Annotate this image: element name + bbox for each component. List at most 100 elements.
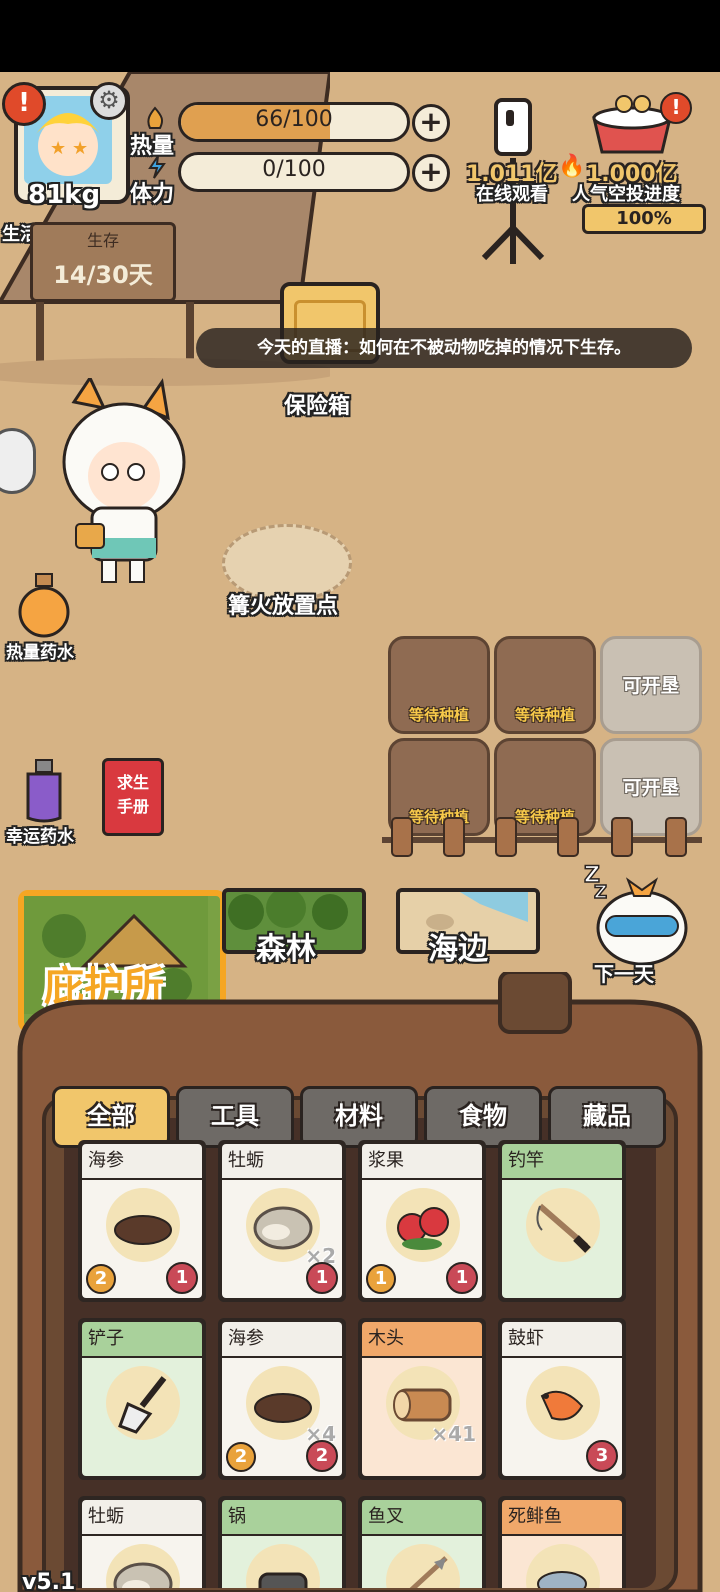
fishing-rod-icon xyxy=(526,1188,600,1262)
item-body xyxy=(362,1536,482,1588)
item-body: 3 xyxy=(502,1358,622,1476)
farm-plot-label: 等待种植 xyxy=(408,706,469,724)
inventory-item[interactable]: 死鲱鱼 xyxy=(498,1496,626,1588)
stamina-value: 0/100 xyxy=(262,157,326,182)
inventory-item[interactable]: 鱼叉 xyxy=(358,1496,486,1588)
inventory-item[interactable]: 木头 ×41 xyxy=(358,1318,486,1480)
item-body: ×41 xyxy=(362,1358,482,1476)
online-viewers-label: 在线观看 xyxy=(476,184,548,205)
inventory-item[interactable]: 海参 2 1 xyxy=(78,1140,206,1302)
item-level-badge: 1 xyxy=(366,1264,396,1294)
item-name: 木头 xyxy=(362,1322,482,1356)
item-body: 21 xyxy=(82,1180,202,1298)
farm-plot-label: 可开垦 xyxy=(622,675,680,697)
player-character[interactable] xyxy=(44,374,194,588)
survival-manual-button[interactable]: 求生 手册 xyxy=(102,758,164,836)
inventory-item[interactable]: 牡蛎 ×2 1 xyxy=(218,1140,346,1302)
popularity-label: 人气空投进度 xyxy=(572,184,680,205)
tab-all-label: 全部 xyxy=(87,1102,135,1130)
item-name: 海参 xyxy=(82,1144,202,1178)
inventory-item[interactable]: 钓竿 xyxy=(498,1140,626,1302)
item-body xyxy=(82,1536,202,1588)
inventory-item[interactable]: 海参 ×4 2 2 xyxy=(218,1318,346,1480)
beach-label: 海边 xyxy=(428,932,488,967)
inventory-item[interactable]: 鼓虾 3 xyxy=(498,1318,626,1480)
game-scene: ★ ★ ! ⚙ 81kg 热量 66/100 + 体力 0/100 + 生活态度… xyxy=(0,72,720,1592)
alert-icon[interactable]: ! xyxy=(2,82,46,126)
campfire-label: 篝火放置点 xyxy=(228,594,339,619)
broadcast-banner: 今天的直播：如何在不被动物吃掉的情况下生存。 xyxy=(196,328,692,368)
inventory-item[interactable]: 浆果 1 1 xyxy=(358,1140,486,1302)
item-name: 死鲱鱼 xyxy=(502,1500,622,1534)
stamina-label: 体力 xyxy=(130,182,175,207)
heat-bar: 66/100 xyxy=(178,102,410,142)
item-quantity: ×41 xyxy=(431,1422,476,1446)
item-rarity-badge: 1 xyxy=(306,1262,338,1294)
item-name: 锅 xyxy=(222,1500,342,1534)
item-name: 海参 xyxy=(222,1322,342,1356)
harpoon-icon xyxy=(386,1544,460,1588)
item-rarity-badge: 1 xyxy=(166,1262,198,1294)
item-body xyxy=(502,1536,622,1588)
next-day-button[interactable]: ZZ xyxy=(580,856,690,966)
item-name: 浆果 xyxy=(362,1144,482,1178)
heat-potion-label: 热量药水 xyxy=(6,643,74,663)
farm-plot[interactable]: 等待种植 xyxy=(494,636,596,734)
item-name: 鼓虾 xyxy=(502,1322,622,1356)
oyster-icon xyxy=(106,1544,180,1588)
sea-cucumber-icon xyxy=(106,1188,180,1262)
add-heat-button[interactable]: + xyxy=(412,104,450,142)
chat-bubble-icon[interactable] xyxy=(0,428,36,494)
tab-food-label: 食物 xyxy=(459,1102,507,1130)
item-body: 11 xyxy=(362,1180,482,1298)
item-level-badge: 2 xyxy=(226,1442,256,1472)
manual-line2: 手册 xyxy=(116,797,149,816)
item-body: ×4 2 2 xyxy=(222,1358,342,1476)
berry-icon xyxy=(386,1188,460,1262)
forest-label: 森林 xyxy=(256,932,316,967)
player-weight: 81kg xyxy=(28,180,101,210)
airdrop-progress: 100% xyxy=(582,204,706,234)
fish-icon xyxy=(526,1544,600,1588)
settings-gear-icon[interactable]: ⚙ xyxy=(90,82,128,120)
add-stamina-button[interactable]: + xyxy=(412,154,450,192)
survival-days-sign: 生存 14/30天 xyxy=(30,222,176,302)
shovel-icon xyxy=(106,1366,180,1440)
tab-materials-label: 材料 xyxy=(335,1102,383,1130)
farm-plot-label: 可开垦 xyxy=(622,777,680,799)
shrimp-icon xyxy=(526,1366,600,1440)
tab-collectibles-label: 藏品 xyxy=(583,1102,631,1130)
airdrop-alert-icon: ! xyxy=(660,92,692,124)
item-rarity-badge: 1 xyxy=(446,1262,478,1294)
item-body xyxy=(222,1536,342,1588)
item-body xyxy=(82,1358,202,1476)
svg-text:Z: Z xyxy=(594,882,607,903)
tab-tools-label: 工具 xyxy=(211,1102,259,1130)
heat-value: 66/100 xyxy=(255,107,333,132)
inventory-item[interactable]: 锅 xyxy=(218,1496,346,1588)
item-rarity-badge: 3 xyxy=(586,1440,618,1472)
inventory-item[interactable]: 铲子 xyxy=(78,1318,206,1480)
item-name: 铲子 xyxy=(82,1322,202,1356)
farm-plot-unlockable[interactable]: 可开垦 xyxy=(600,636,702,734)
item-rarity-badge: 2 xyxy=(306,1440,338,1472)
fire-icon: 🔥 xyxy=(558,154,586,179)
wooden-fence xyxy=(382,814,702,858)
item-name: 钓竿 xyxy=(502,1144,622,1178)
farm-plot[interactable]: 等待种植 xyxy=(388,636,490,734)
manual-line1: 求生 xyxy=(116,773,149,792)
heat-potion-icon[interactable] xyxy=(16,572,72,638)
item-name: 牡蛎 xyxy=(82,1500,202,1534)
item-name: 鱼叉 xyxy=(362,1500,482,1534)
luck-potion-icon[interactable] xyxy=(16,758,72,824)
version-label: v5.1 xyxy=(22,1570,76,1592)
item-body: ×2 1 xyxy=(222,1180,342,1298)
item-name: 牡蛎 xyxy=(222,1144,342,1178)
survive-label: 生存 xyxy=(86,231,119,250)
survival-days: 14/30天 xyxy=(53,261,153,289)
item-body xyxy=(502,1180,622,1298)
safe-label: 保险箱 xyxy=(284,394,351,419)
inventory-item[interactable]: 牡蛎 xyxy=(78,1496,206,1588)
svg-text:★: ★ xyxy=(50,138,66,159)
pot-icon xyxy=(246,1544,320,1588)
